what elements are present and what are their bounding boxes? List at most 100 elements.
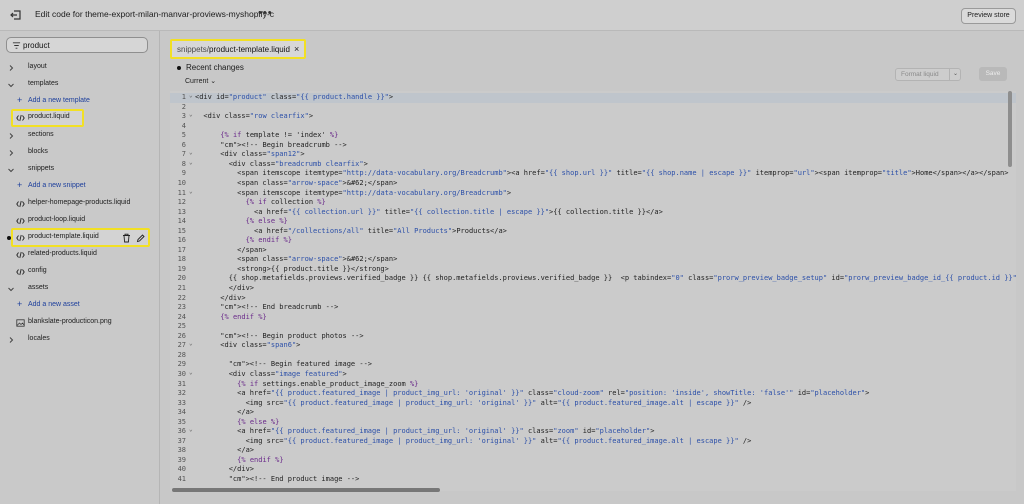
file-item[interactable]: product-template.liquid <box>0 230 160 246</box>
code-line[interactable]: 4 <box>170 122 1016 132</box>
horizontal-scrollbar[interactable] <box>172 488 440 492</box>
code-line[interactable]: 22 </div> <box>170 294 1016 304</box>
code-line[interactable]: 8 ⌄ <div class="breadcrumb clearfix"> <box>170 159 1016 170</box>
folder-sections[interactable]: sections <box>0 128 160 144</box>
code-editor[interactable]: 1 ⌄ <div id="product" class="{{ product.ha… <box>170 91 1016 491</box>
code-line[interactable]: 30 ⌄ <div class="image featured"> <box>170 369 1016 380</box>
code-text: </div> <box>195 284 255 292</box>
code-text: "cm"><!-- Begin featured image --> <box>228 360 373 369</box>
code-line[interactable]: 38 </a> <box>170 446 1016 456</box>
code-line[interactable]: 18 <span class="arrow-space">&#62;</span… <box>170 255 1016 265</box>
file-item[interactable]: related-products.liquid <box>0 247 160 263</box>
file-item[interactable]: blankslate-producticon.png <box>0 315 160 331</box>
fold-chevron-icon[interactable]: ⌄ <box>189 111 193 118</box>
code-line[interactable]: 37 <img src="{{ product.featured_image |… <box>170 437 1016 447</box>
code-line[interactable]: 33 <img src="{{ product.featured_image |… <box>170 399 1016 409</box>
code-text: "cm"><!-- Begin product photos --> <box>220 331 364 340</box>
code-text: <strong>{{ product.title }}</strong> <box>195 264 389 273</box>
code-line[interactable]: 24 {% endif %} <box>170 313 1016 323</box>
code-line[interactable]: 34 </a> <box>170 408 1016 418</box>
file-item[interactable]: product-loop.liquid <box>0 213 160 229</box>
code-line[interactable]: 26 "cm"><!-- Begin product photos --> <box>170 332 1016 342</box>
page-title: Edit code for theme-export-milan-manvar-… <box>35 9 275 19</box>
fold-chevron-icon[interactable]: ⌄ <box>189 149 193 156</box>
file-search[interactable] <box>6 37 148 53</box>
code-line[interactable]: 41 "cm"><!-- End product image --> <box>170 475 1016 485</box>
code-file-icon <box>16 200 25 208</box>
code-line[interactable]: 25 <box>170 322 1016 332</box>
code-line[interactable]: 17 </span> <box>170 246 1016 256</box>
more-actions-button[interactable]: ••• <box>258 7 273 19</box>
code-line[interactable]: 28 <box>170 351 1016 361</box>
add-link[interactable]: + Add a new template <box>0 94 160 110</box>
line-number: 5 <box>181 131 186 140</box>
recent-changes[interactable]: Recent changes <box>177 63 244 72</box>
code-line[interactable]: 19 <strong>{{ product.title }}</strong> <box>170 265 1016 275</box>
code-line[interactable]: 11 ⌄ <span itemscope itemtype="http://dat… <box>170 188 1016 199</box>
code-text: </div> <box>195 465 255 474</box>
code-line[interactable]: 3 ⌄ <div class="row clearfix"> <box>170 111 1016 122</box>
code-line[interactable]: 23 "cm"><!-- End breadcrumb --> <box>170 303 1016 313</box>
fold-chevron-icon[interactable]: ⌄ <box>189 369 193 376</box>
code-line[interactable]: 2 <box>170 103 1016 113</box>
fold-chevron-icon[interactable]: ⌄ <box>189 188 193 195</box>
close-icon[interactable]: × <box>294 44 299 54</box>
code-text: "cm"><!-- Begin breadcrumb --> <box>220 140 347 149</box>
line-number: 2 <box>181 102 186 111</box>
save-button[interactable]: Save <box>979 67 1007 81</box>
vertical-scrollbar[interactable] <box>1008 91 1012 167</box>
code-file-icon <box>16 217 25 225</box>
line-number: 7 <box>181 150 186 159</box>
code-line[interactable]: 6 "cm"><!-- Begin breadcrumb --> <box>170 141 1016 151</box>
version-select[interactable]: Current ⌄ <box>185 77 216 85</box>
add-link[interactable]: + Add a new snippet <box>0 179 160 195</box>
trash-icon[interactable] <box>122 233 131 243</box>
folder-blocks[interactable]: blocks <box>0 145 160 161</box>
code-line[interactable]: 21 </div> <box>170 284 1016 294</box>
code-line[interactable]: 16 {% endif %} <box>170 236 1016 246</box>
add-link[interactable]: + Add a new asset <box>0 298 160 314</box>
fold-chevron-icon[interactable]: ⌄ <box>189 426 193 433</box>
folder-locales[interactable]: locales <box>0 332 160 348</box>
code-line[interactable]: 1 ⌄ <div id="product" class="{{ product.ha… <box>170 92 1016 103</box>
search-input[interactable] <box>23 39 143 51</box>
fold-chevron-icon[interactable]: ⌄ <box>189 340 193 347</box>
code-line[interactable]: 15 <a href="/collections/all" title="All… <box>170 227 1016 237</box>
tab-product-template[interactable]: snippets/product-template.liquid × <box>170 39 306 59</box>
file-item[interactable]: product.liquid <box>0 110 160 126</box>
code-line[interactable]: 14 {% else %} <box>170 217 1016 227</box>
code-line[interactable]: 20 {{ shop.metafields.proviews.verified_… <box>170 274 1016 284</box>
code-line[interactable]: 5 {% if template != 'index' %} <box>170 131 1016 141</box>
code-line[interactable]: 32 <a href="{{ product.featured_image | … <box>170 389 1016 399</box>
code-line[interactable]: 9 <span itemscope itemtype="http://data-… <box>170 169 1016 179</box>
folder-templates[interactable]: templates <box>0 77 160 93</box>
code-line[interactable]: 29 "cm"><!-- Begin featured image --> <box>170 360 1016 370</box>
folder-snippets[interactable]: snippets <box>0 162 160 178</box>
code-text: <div class="span6"> <box>195 341 301 350</box>
preview-store-button[interactable]: Preview store <box>961 8 1016 24</box>
pencil-icon[interactable] <box>136 233 145 243</box>
fold-chevron-icon[interactable]: ⌄ <box>189 159 193 166</box>
file-item[interactable]: helper-homepage-products.liquid <box>0 196 160 212</box>
code-line[interactable]: 7 ⌄ <div class="span12"> <box>170 149 1016 160</box>
code-line[interactable]: 36 ⌄ <a href="{{ product.featured_image |… <box>170 426 1016 437</box>
tree-item-label: assets <box>28 284 49 291</box>
code-line[interactable]: 35 {% else %} <box>170 418 1016 428</box>
code-line[interactable]: 10 <span class="arrow-space">&#62;</span… <box>170 179 1016 189</box>
file-item[interactable]: config <box>0 264 160 280</box>
code-text: </div> <box>195 293 246 302</box>
code-line[interactable]: 39 {% endif %} <box>170 456 1016 466</box>
code-line[interactable]: 27 ⌄ <div class="span6"> <box>170 340 1016 351</box>
code-line[interactable]: 12 {% if collection %} <box>170 198 1016 208</box>
format-liquid-button[interactable]: Format liquid ⌄ <box>895 68 961 81</box>
code-line[interactable]: 31 {% if settings.enable_product_image_z… <box>170 380 1016 390</box>
folder-assets[interactable]: assets <box>0 281 160 297</box>
exit-icon[interactable] <box>8 7 24 23</box>
plus-icon: + <box>17 95 23 105</box>
code-line[interactable]: 40 </div> <box>170 465 1016 475</box>
code-line[interactable]: 13 <a href="{{ collection.url }}" title=… <box>170 208 1016 218</box>
folder-layout[interactable]: layout <box>0 60 160 76</box>
chevron-down-icon[interactable]: ⌄ <box>949 69 961 80</box>
line-number: 23 <box>177 303 186 312</box>
fold-chevron-icon[interactable]: ⌄ <box>189 92 193 99</box>
